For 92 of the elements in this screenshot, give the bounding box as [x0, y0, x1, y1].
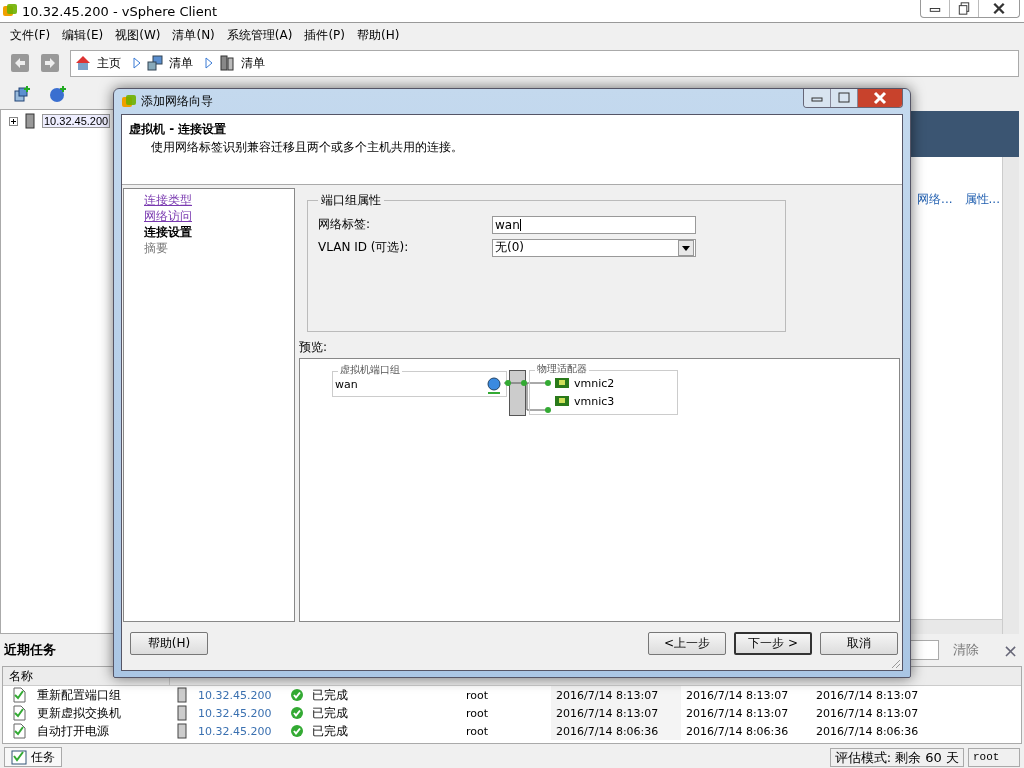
port-group-name: wan	[335, 378, 358, 391]
tab-label: 任务	[31, 748, 55, 766]
server-icon	[219, 55, 235, 71]
breadcrumb-link[interactable]: 主页	[97, 54, 121, 72]
chevron-icon	[133, 57, 141, 69]
network-card-icon	[554, 393, 570, 409]
table-cell: 2016/7/14 8:13:07	[816, 688, 919, 702]
check-icon	[290, 724, 304, 738]
add-host-icon[interactable]	[13, 85, 31, 103]
help-button[interactable]: 帮助(H)	[130, 631, 208, 655]
table-cell: 2016/7/14 8:06:36	[686, 724, 789, 738]
table-cell: 2016/7/14 8:13:07	[556, 688, 659, 702]
breadcrumb-link[interactable]: 清单	[169, 54, 193, 72]
menu-item[interactable]: 视图(W)	[110, 26, 166, 44]
check-icon	[290, 706, 304, 720]
task-icon	[11, 723, 27, 739]
dialog-button[interactable]: 取消	[820, 631, 898, 655]
connector-drawing	[504, 378, 552, 414]
table-cell: 2016/7/14 8:13:07	[686, 688, 789, 702]
resize-grip-icon[interactable]	[889, 657, 901, 669]
menu-item[interactable]: 帮助(H)	[352, 26, 405, 44]
home-icon	[75, 55, 91, 71]
table-cell: 2016/7/14 8:13:07	[556, 706, 659, 720]
switch-bar	[509, 370, 526, 416]
globe-icon	[486, 377, 502, 395]
tasks-tab[interactable]: 任务	[4, 747, 62, 767]
vertical-scrollbar[interactable]	[1002, 157, 1019, 634]
dropdown-field[interactable]: 无(0)	[492, 238, 696, 257]
table-cell: 更新虚拟交换机	[37, 704, 121, 722]
dialog-button[interactable]: 下一步 >	[734, 631, 812, 655]
add-network-icon[interactable]	[49, 85, 67, 103]
tree-item[interactable]: 10.32.45.200	[42, 114, 111, 128]
preview-label: 预览:	[299, 339, 329, 356]
group-title: 端口组属性	[320, 192, 382, 209]
breadcrumb-link[interactable]: 清单	[241, 54, 265, 72]
table-cell: 已完成	[312, 686, 348, 704]
chevron-icon	[205, 57, 213, 69]
inventory-icon	[147, 55, 163, 71]
menu-item[interactable]: 文件(F)	[5, 26, 56, 44]
menu-item[interactable]: 系统管理(A)	[221, 26, 298, 44]
menu-item[interactable]: 插件(P)	[299, 26, 350, 44]
task-icon	[11, 687, 27, 703]
network-card-icon	[554, 375, 570, 391]
dialog-title: 添加网络向导	[141, 93, 213, 110]
table-cell: root	[466, 706, 489, 720]
table-cell[interactable]: 10.32.45.200	[198, 688, 272, 702]
field-label: VLAN ID (可选):	[318, 239, 410, 256]
table-cell[interactable]: 10.32.45.200	[198, 724, 272, 738]
status-text: 评估模式: 剩余 60 天	[829, 747, 964, 767]
step-description: 使用网络标签识别兼容迁移且两个或多个主机共用的连接。	[150, 139, 464, 156]
close-button[interactable]: ×	[1002, 639, 1018, 661]
dialog-button[interactable]: <上一步	[648, 631, 726, 655]
step-heading: 虚拟机 - 连接设置	[129, 121, 228, 138]
check-icon	[290, 688, 304, 702]
tasks-icon	[11, 749, 27, 765]
panel-link[interactable]: 网络...	[917, 191, 953, 208]
maximize-icon[interactable]	[831, 89, 858, 107]
box-caption: 虚拟机端口组	[338, 364, 402, 375]
table-cell: root	[466, 724, 489, 738]
task-icon	[11, 705, 27, 721]
server-icon	[22, 113, 38, 129]
window-title: 10.32.45.200 - vSphere Client	[22, 3, 218, 19]
menu-item[interactable]: 清单(N)	[167, 26, 220, 44]
wizard-step[interactable]: 连接类型	[144, 192, 294, 208]
table-cell[interactable]: 10.32.45.200	[198, 706, 272, 720]
adapter-name: vmnic3	[574, 394, 615, 408]
panel-link[interactable]: 属性...	[964, 191, 1000, 208]
table-cell: 已完成	[312, 704, 348, 722]
table-cell: 2016/7/14 8:13:07	[686, 706, 789, 720]
wizard-step: 摘要	[144, 240, 294, 256]
adapter-name: vmnic2	[574, 376, 615, 390]
server-icon	[174, 723, 190, 739]
table-cell: root	[466, 688, 489, 702]
app-logo-icon	[121, 93, 137, 110]
app-logo-icon	[2, 3, 18, 19]
table-cell: 自动打开电源	[37, 722, 109, 740]
wizard-step: 连接设置	[144, 224, 294, 240]
input-field[interactable]: wan	[492, 215, 696, 234]
table-cell: 2016/7/14 8:13:07	[816, 706, 919, 720]
panel-title: 近期任务	[4, 641, 56, 659]
wizard-step[interactable]: 网络访问	[144, 208, 294, 224]
server-icon	[174, 705, 190, 721]
menu-item[interactable]: 编辑(E)	[57, 26, 109, 44]
expander-icon[interactable]	[9, 116, 18, 126]
table-cell: 2016/7/14 8:06:36	[556, 724, 659, 738]
user-name: root	[968, 747, 1020, 767]
field-label: 网络标签:	[318, 216, 372, 233]
table-cell: 已完成	[312, 722, 348, 740]
table-cell: 2016/7/14 8:06:36	[816, 724, 919, 738]
clear-link[interactable]: 清除	[952, 641, 979, 659]
box-caption: 物理适配器	[535, 363, 589, 374]
table-cell: 重新配置端口组	[37, 686, 121, 704]
